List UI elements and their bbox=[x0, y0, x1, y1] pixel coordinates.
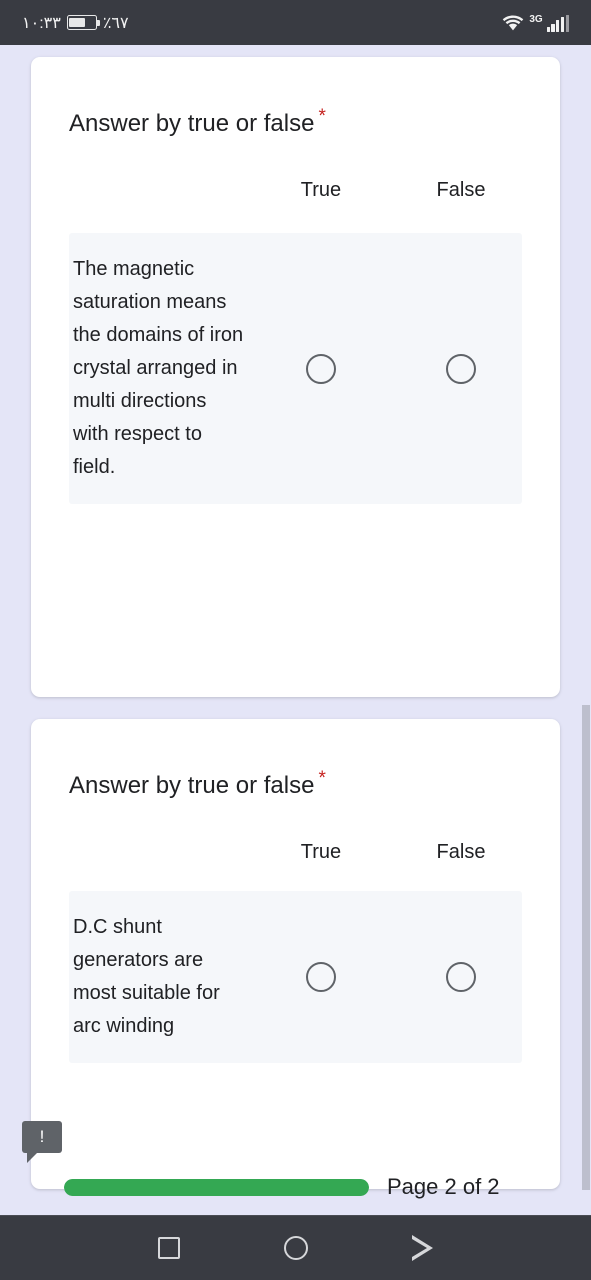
radio-false[interactable] bbox=[446, 962, 476, 993]
scrollbar-thumb[interactable] bbox=[582, 705, 590, 1190]
question-title: Answer by true or false * bbox=[31, 57, 560, 139]
triangle-right-icon bbox=[412, 1235, 433, 1261]
back-button[interactable] bbox=[395, 1220, 451, 1276]
status-bar-right: 3G bbox=[502, 14, 569, 32]
radio-cell-true[interactable] bbox=[251, 962, 391, 993]
radio-cell-false[interactable] bbox=[391, 353, 531, 384]
radio-cell-true[interactable] bbox=[251, 353, 391, 384]
question-title-text: Answer by true or false bbox=[69, 772, 315, 799]
question-statement: The magnetic saturation means the domain… bbox=[73, 258, 244, 479]
progress-bar-fill bbox=[64, 1178, 369, 1196]
grid-header-spacer bbox=[31, 841, 251, 864]
column-header-true: True bbox=[300, 179, 342, 202]
battery-icon bbox=[66, 15, 100, 30]
required-asterisk: * bbox=[318, 106, 326, 127]
network-type-label: 3G bbox=[529, 13, 543, 25]
grid-column-headers: True False bbox=[31, 139, 560, 202]
square-icon bbox=[157, 1237, 180, 1259]
android-navigation-bar bbox=[0, 1215, 591, 1280]
grid-header-spacer bbox=[31, 179, 251, 202]
wifi-icon bbox=[503, 14, 524, 30]
grid-row: D.C shunt generators are most suitable f… bbox=[69, 891, 522, 1064]
column-header-true: True bbox=[300, 841, 342, 864]
signal-bars-icon bbox=[546, 14, 569, 32]
form-content-area[interactable]: Answer by true or false * True False The … bbox=[0, 45, 591, 1215]
required-asterisk: * bbox=[318, 768, 326, 789]
radio-true[interactable] bbox=[306, 962, 336, 993]
question-card: Answer by true or false * True False D.C … bbox=[31, 719, 560, 1189]
radio-cell-false[interactable] bbox=[391, 962, 531, 993]
question-title-text: Answer by true or false bbox=[69, 110, 315, 137]
question-statement: D.C shunt generators are most suitable f… bbox=[73, 916, 220, 1038]
recents-button[interactable] bbox=[141, 1220, 197, 1276]
battery-fill bbox=[69, 17, 86, 28]
column-header-false: False bbox=[436, 179, 486, 202]
column-header-false: False bbox=[436, 841, 486, 864]
grid-row: The magnetic saturation means the domain… bbox=[69, 233, 522, 505]
question-card: Answer by true or false * True False The … bbox=[31, 57, 560, 697]
radio-true[interactable] bbox=[306, 353, 336, 384]
status-bar-left: ١٠:٣٣ ٪٦٧ bbox=[22, 13, 129, 33]
radio-false[interactable] bbox=[446, 353, 476, 384]
page-indicator: Page 2 of 2 bbox=[387, 1174, 500, 1199]
question-title: Answer by true or false * bbox=[31, 719, 560, 801]
form-progress-row: Page 2 of 2 bbox=[0, 1169, 591, 1205]
progress-bar bbox=[64, 1178, 369, 1196]
grid-column-headers: True False bbox=[31, 801, 560, 864]
scrollbar-track[interactable] bbox=[582, 90, 591, 1215]
alert-tooltip-badge[interactable]: ! bbox=[22, 1121, 62, 1163]
battery-percent-label: ٪٦٧ bbox=[102, 14, 129, 32]
status-bar: ١٠:٣٣ ٪٦٧ 3G bbox=[0, 0, 591, 45]
circle-icon bbox=[283, 1236, 308, 1260]
home-button[interactable] bbox=[268, 1220, 324, 1276]
status-time: ١٠:٣٣ bbox=[22, 14, 61, 32]
